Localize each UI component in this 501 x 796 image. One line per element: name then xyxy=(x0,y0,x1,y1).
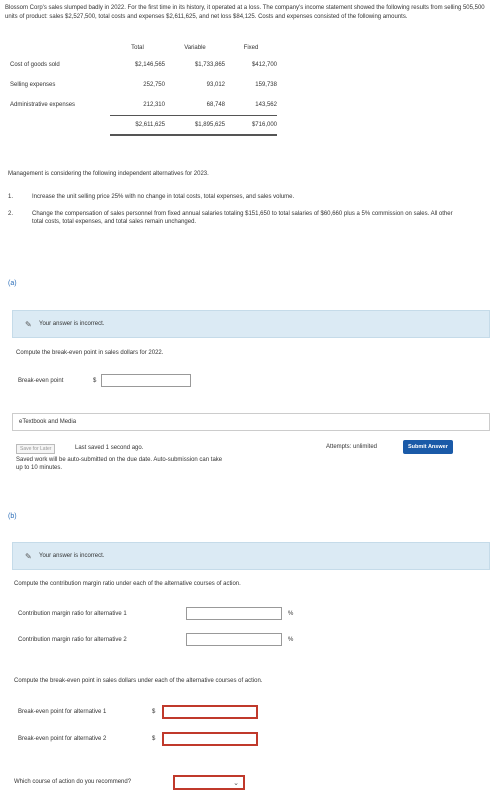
currency-symbol: $ xyxy=(93,378,97,384)
question-a: Compute the break-even point in sales do… xyxy=(16,350,164,356)
break-even-input[interactable] xyxy=(101,374,191,387)
cell-total: $2,146,565 xyxy=(134,62,165,68)
cell-fixed: 143,562 xyxy=(255,101,277,108)
alternative-text: Increase the unit selling price 25% with… xyxy=(32,194,295,200)
table-totals-row: $2,611,625 $1,895,625 $716,000 xyxy=(10,114,277,136)
chevron-down-icon: ⌄ xyxy=(233,780,239,787)
col-header-fixed: Fixed xyxy=(243,44,259,51)
cell-total: 212,310 xyxy=(143,101,165,108)
incorrect-banner-b: ✎ Your answer is incorrect. xyxy=(12,542,490,570)
break-even-label: Break-even point xyxy=(18,378,64,384)
cost-table: Total Variable Fixed Cost of goods sold … xyxy=(10,40,277,136)
currency-symbol: $ xyxy=(152,736,156,742)
be-alt-2-input[interactable] xyxy=(162,732,258,746)
alternative-2: 2. Change the compensation of sales pers… xyxy=(8,210,488,228)
cm-ratio-1-label: Contribution margin ratio for alternativ… xyxy=(18,611,127,617)
recommend-select[interactable]: ⌄ xyxy=(173,775,245,790)
cell-variable: $1,895,625 xyxy=(165,114,225,136)
cell-variable: 93,012 xyxy=(206,82,225,88)
col-header-variable: Variable xyxy=(184,44,206,51)
last-saved-text: Last saved 1 second ago. xyxy=(75,445,144,451)
banner-message: Your answer is incorrect. xyxy=(39,553,105,559)
cell-total: 252,750 xyxy=(143,82,165,88)
table-row: Selling expenses 252,750 93,012 159,738 xyxy=(10,75,277,95)
problem-intro: Blossom Corp's sales slumped badly in 20… xyxy=(5,5,485,20)
be-alt-1-label: Break-even point for alternative 1 xyxy=(18,709,107,715)
incorrect-banner-a: ✎ Your answer is incorrect. xyxy=(12,310,490,338)
currency-symbol: $ xyxy=(152,709,156,715)
attempts-text: Attempts: unlimited xyxy=(326,444,378,450)
col-header-total: Total xyxy=(131,44,144,51)
cm-ratio-1-input[interactable] xyxy=(186,607,282,620)
cm-ratio-2-input[interactable] xyxy=(186,633,282,646)
cell-fixed: $716,000 xyxy=(225,114,277,136)
alternative-number: 1. xyxy=(8,194,14,200)
alternative-1: 1. Increase the unit selling price 25% w… xyxy=(8,193,488,203)
cell-fixed: $412,700 xyxy=(251,62,277,68)
row-label: Administrative expenses xyxy=(10,102,76,108)
table-header-row: Total Variable Fixed xyxy=(10,40,277,55)
table-row: Cost of goods sold $2,146,565 $1,733,865… xyxy=(10,55,277,75)
save-for-later-button[interactable]: Save for Later xyxy=(16,444,56,454)
cell-variable: 68,748 xyxy=(206,101,225,108)
management-note: Management is considering the following … xyxy=(8,171,209,177)
etextbook-label: eTextbook and Media xyxy=(19,419,77,425)
row-label: Selling expenses xyxy=(10,82,56,88)
be-alt-1-input[interactable] xyxy=(162,705,258,719)
part-b-label: (b) xyxy=(8,513,17,520)
pencil-icon: ✎ xyxy=(25,320,32,329)
recommend-label: Which course of action do you recommend? xyxy=(14,779,132,785)
table-row: Administrative expenses 212,310 68,748 1… xyxy=(10,95,277,115)
etextbook-media-toggle[interactable]: eTextbook and Media xyxy=(12,413,490,431)
part-a-label: (a) xyxy=(8,280,17,287)
banner-message: Your answer is incorrect. xyxy=(39,321,105,327)
cm-ratio-2-label: Contribution margin ratio for alternativ… xyxy=(18,637,127,643)
alternative-text: Change the compensation of sales personn… xyxy=(32,211,453,225)
alternative-number: 2. xyxy=(8,211,14,217)
cell-variable: $1,733,865 xyxy=(194,62,225,68)
cell-total: $2,611,625 xyxy=(110,114,165,136)
row-label: Cost of goods sold xyxy=(10,62,60,68)
percent-symbol: % xyxy=(288,611,294,617)
question-b1: Compute the contribution margin ratio un… xyxy=(14,581,241,587)
submit-answer-button[interactable]: Submit Answer xyxy=(403,440,453,454)
be-alt-2-label: Break-even point for alternative 2 xyxy=(18,736,107,742)
auto-submit-note: Saved work will be auto-submitted on the… xyxy=(16,457,223,471)
cell-fixed: 159,738 xyxy=(255,82,277,88)
percent-symbol: % xyxy=(288,637,294,643)
pencil-icon: ✎ xyxy=(25,552,32,561)
question-b2: Compute the break-even point in sales do… xyxy=(14,678,263,684)
